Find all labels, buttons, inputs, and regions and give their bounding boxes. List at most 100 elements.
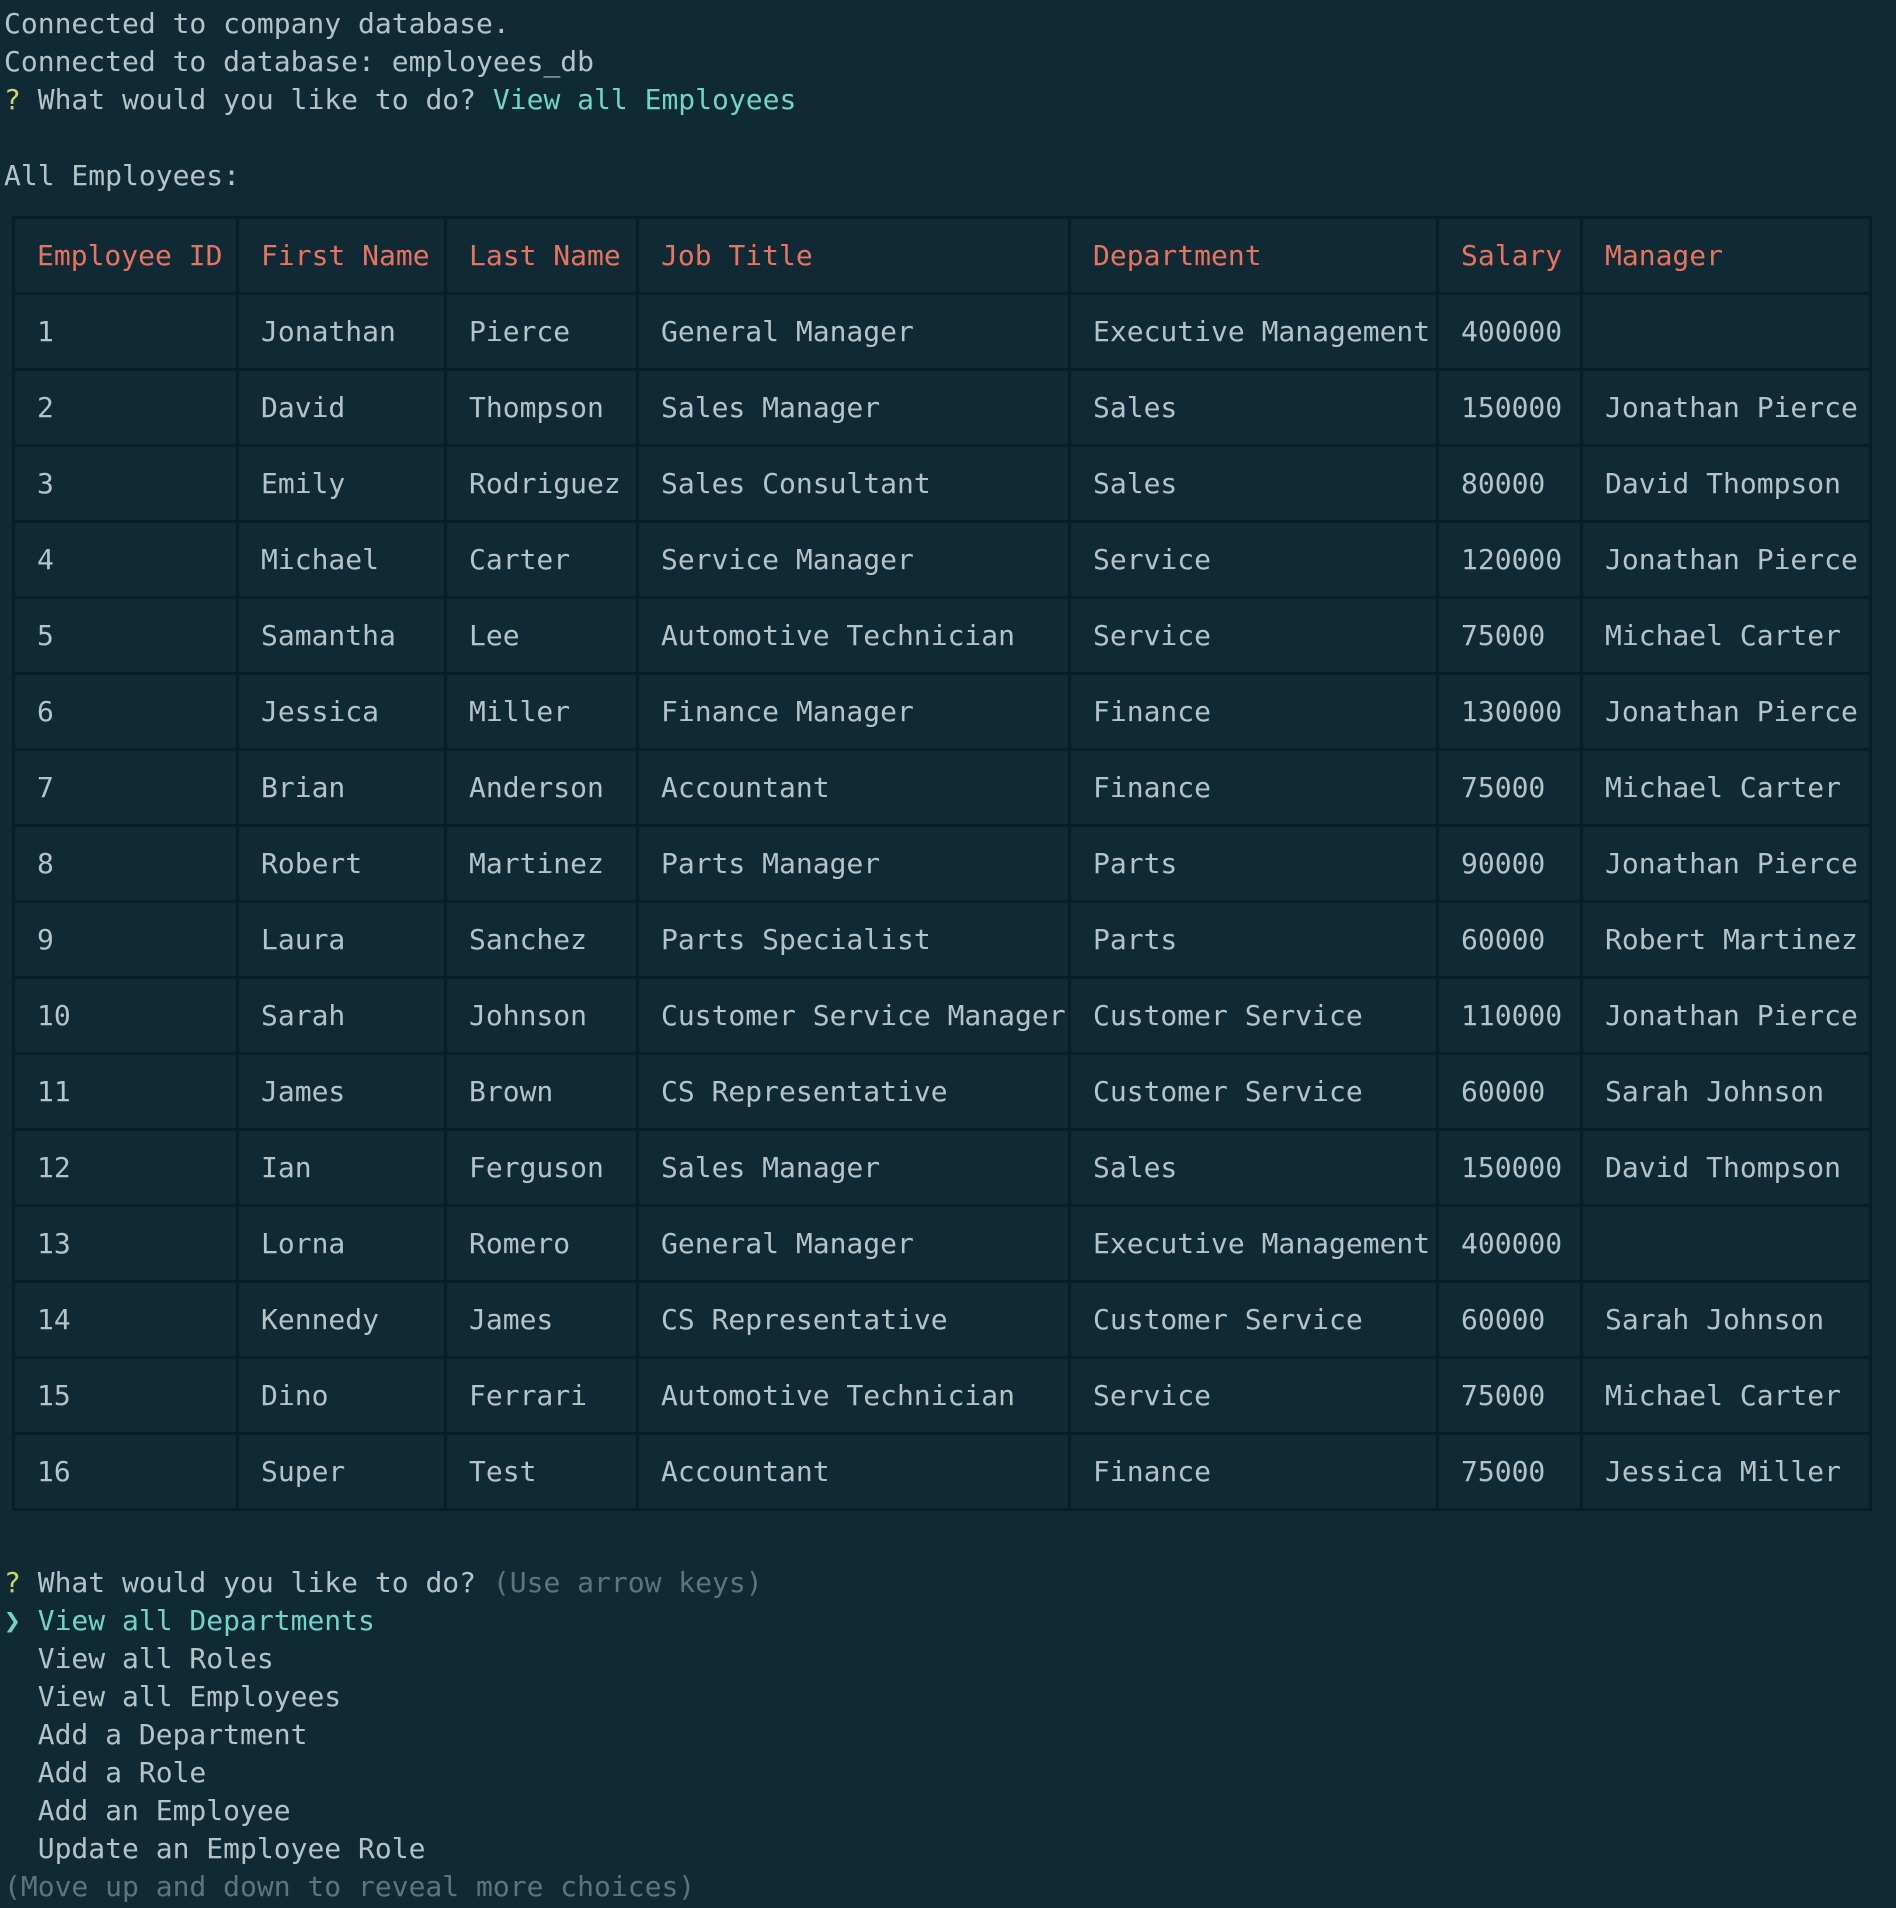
table-cell: Jonathan Pierce	[1580, 368, 1872, 447]
table-row: 3 Emily Rodriguez Sales Consultant Sales 8000…	[12, 444, 1872, 523]
column-header: First Name	[236, 216, 447, 295]
table-cell: Ferguson	[444, 1128, 639, 1207]
status-line-company-db: Connected to company database.	[4, 7, 510, 40]
table-cell: Finance	[1068, 672, 1439, 751]
table-row: 13 Lorna Romero General Manager Executive Ma…	[12, 1204, 1872, 1283]
table-cell: 60000	[1436, 900, 1583, 979]
table-cell: 400000	[1436, 292, 1583, 371]
menu-option-label: Add an Employee	[37, 1794, 291, 1827]
menu-option-add-employee[interactable]: Add an Employee	[4, 1792, 291, 1830]
menu-option-add-department[interactable]: Add a Department	[4, 1716, 308, 1754]
table-cell: Parts	[1068, 824, 1439, 903]
table-header-row: Employee ID First Name Last Name Job Tit…	[12, 216, 1872, 295]
table-cell: Sarah Johnson	[1580, 1280, 1872, 1359]
table-cell: Lorna	[236, 1204, 447, 1283]
table-cell: 6	[12, 672, 239, 751]
table-cell: 60000	[1436, 1052, 1583, 1131]
active-prompt: ? What would you like to do? (Use arrow …	[4, 1564, 763, 1602]
menu-option-view-all-departments[interactable]: ❯ View all Departments	[4, 1602, 375, 1640]
menu-option-label: Add a Department	[37, 1718, 308, 1751]
table-cell: Jonathan Pierce	[1580, 672, 1872, 751]
table-cell: Robert Martinez	[1580, 900, 1872, 979]
table-row: 1 Jonathan Pierce General Manager Executive …	[12, 292, 1872, 371]
table-row: 6 Jessica Miller Finance Manager Finance 1300…	[12, 672, 1872, 751]
table-cell: Thompson	[444, 368, 639, 447]
table-cell: Michael Carter	[1580, 596, 1872, 675]
table-row: 7 Brian Anderson Accountant Finance 75000 Mich…	[12, 748, 1872, 827]
menu-option-view-all-employees[interactable]: View all Employees	[4, 1678, 341, 1716]
table-cell: Accountant	[636, 748, 1071, 827]
terminal-window[interactable]: Connected to company database. Connected…	[0, 0, 1896, 1908]
table-row: 15 Dino Ferrari Automotive Technician Servic…	[12, 1356, 1872, 1435]
table-row: 14 Kennedy James CS Representative Customer …	[12, 1280, 1872, 1359]
selection-cursor-icon: ❯	[4, 1604, 21, 1637]
table-cell: Carter	[444, 520, 639, 599]
table-cell: Anderson	[444, 748, 639, 827]
table-row: 16 Super Test Accountant Finance 75000 Jessica…	[12, 1432, 1872, 1511]
table-cell: Brown	[444, 1052, 639, 1131]
menu-option-view-all-roles[interactable]: View all Roles	[4, 1640, 274, 1678]
prompt-mark: ?	[4, 83, 21, 116]
column-header: Manager	[1580, 216, 1872, 295]
prompt-question: What would you like to do?	[37, 83, 477, 116]
table-cell: Romero	[444, 1204, 639, 1283]
table-row: 2 David Thompson Sales Manager Sales 150000 Jo…	[12, 368, 1872, 447]
table-cell: 80000	[1436, 444, 1583, 523]
table-cell: David Thompson	[1580, 1128, 1872, 1207]
table-cell: 4	[12, 520, 239, 599]
table-cell: Sales Consultant	[636, 444, 1071, 523]
table-cell: CS Representative	[636, 1280, 1071, 1359]
menu-option-label: View all Employees	[37, 1680, 342, 1713]
column-header: Department	[1068, 216, 1439, 295]
menu-option-label: Update an Employee Role	[37, 1832, 426, 1865]
table-cell: Dino	[236, 1356, 447, 1435]
table-cell: Finance	[1068, 748, 1439, 827]
table-cell: Super	[236, 1432, 447, 1511]
table-cell: Sales	[1068, 444, 1439, 523]
employees-table: Employee ID First Name Last Name Job Tit…	[12, 216, 1872, 1511]
table-body: 1 Jonathan Pierce General Manager Executive …	[12, 292, 1872, 1511]
column-header: Salary	[1436, 216, 1583, 295]
table-cell: Sarah Johnson	[1580, 1052, 1872, 1131]
table-cell: CS Representative	[636, 1052, 1071, 1131]
table-cell: Brian	[236, 748, 447, 827]
table-cell: 120000	[1436, 520, 1583, 599]
table-cell: 5	[12, 596, 239, 675]
menu-option-label: View all Departments	[37, 1604, 375, 1637]
table-cell: Automotive Technician	[636, 596, 1071, 675]
status-line-database-name: Connected to database: employees_db	[4, 45, 595, 78]
table-cell: Emily	[236, 444, 447, 523]
table-cell: 400000	[1436, 1204, 1583, 1283]
table-cell: Parts Manager	[636, 824, 1071, 903]
table-cell: Sales Manager	[636, 1128, 1071, 1207]
more-choices-hint: (Move up and down to reveal more choices…	[4, 1870, 696, 1903]
table-cell: Pierce	[444, 292, 639, 371]
table-row: 8 Robert Martinez Parts Manager Parts 90000 Jo…	[12, 824, 1872, 903]
menu-option-update-employee-role[interactable]: Update an Employee Role	[4, 1830, 426, 1868]
table-cell: Test	[444, 1432, 639, 1511]
table-row: 4 Michael Carter Service Manager Service 1200…	[12, 520, 1872, 599]
table-cell: Executive Management	[1068, 1204, 1439, 1283]
table-cell: 9	[12, 900, 239, 979]
table-cell: 60000	[1436, 1280, 1583, 1359]
table-cell: Miller	[444, 672, 639, 751]
table-row: 12 Ian Ferguson Sales Manager Sales 150000 Dav…	[12, 1128, 1872, 1207]
table-row: 5 Samantha Lee Automotive Technician Service…	[12, 596, 1872, 675]
table-cell: General Manager	[636, 292, 1071, 371]
table-cell: Jessica	[236, 672, 447, 751]
table-cell: 15	[12, 1356, 239, 1435]
table-cell: Ferrari	[444, 1356, 639, 1435]
menu-option-add-role[interactable]: Add a Role	[4, 1754, 207, 1792]
table-cell: 75000	[1436, 1432, 1583, 1511]
table-cell: Executive Management	[1068, 292, 1439, 371]
table-cell: Service	[1068, 596, 1439, 675]
table-cell: Martinez	[444, 824, 639, 903]
table-cell: Michael	[236, 520, 447, 599]
table-cell: General Manager	[636, 1204, 1071, 1283]
table-cell: 90000	[1436, 824, 1583, 903]
table-cell: 16	[12, 1432, 239, 1511]
table-row: 11 James Brown CS Representative Customer Se…	[12, 1052, 1872, 1131]
table-cell: Samantha	[236, 596, 447, 675]
table-cell: 130000	[1436, 672, 1583, 751]
table-cell: Customer Service	[1068, 976, 1439, 1055]
